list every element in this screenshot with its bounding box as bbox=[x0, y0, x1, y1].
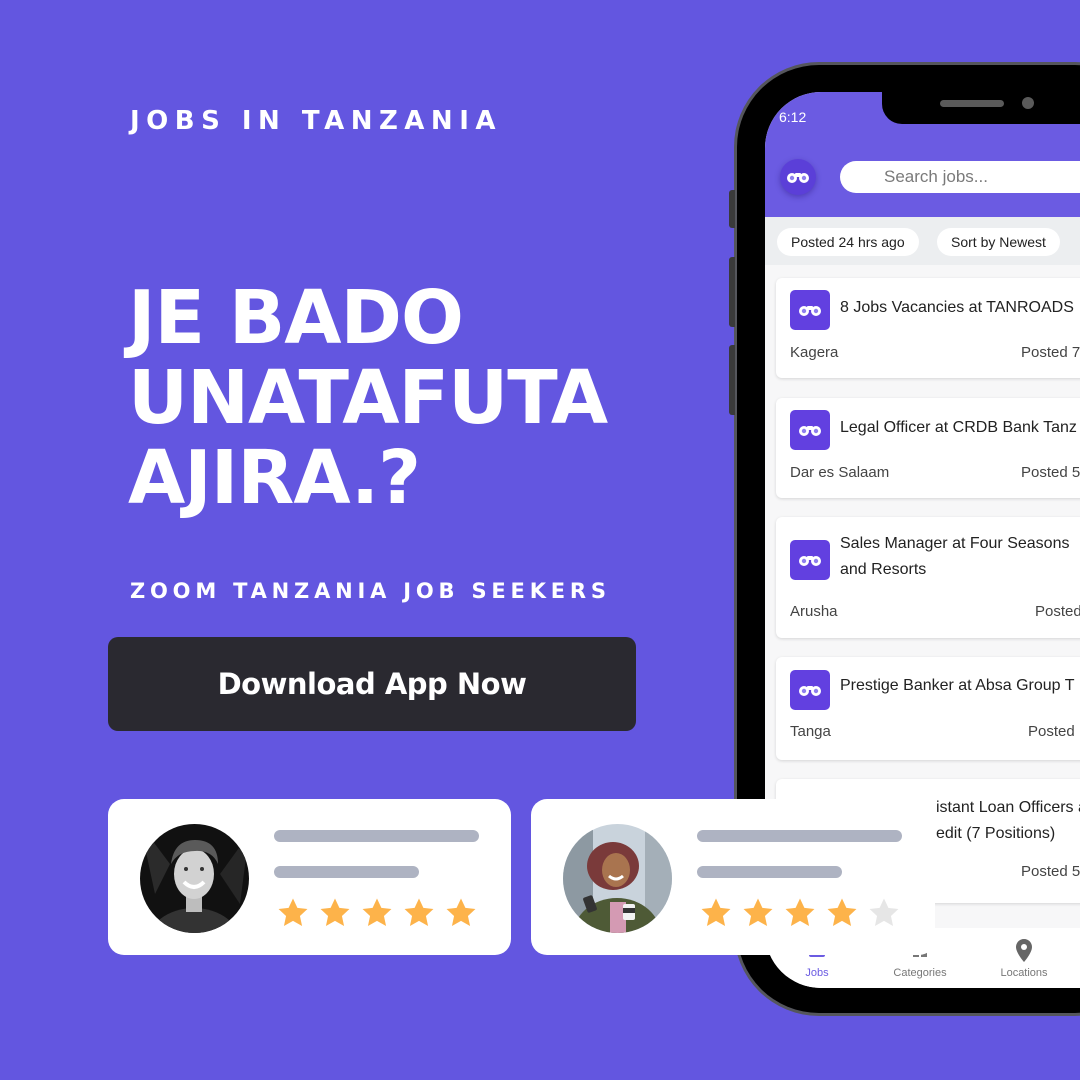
review-card bbox=[108, 799, 511, 955]
placeholder-bar bbox=[274, 866, 419, 878]
star-filled-icon bbox=[404, 898, 434, 927]
job-posted: Posted 5 bbox=[1021, 863, 1080, 880]
phone-mute-switch bbox=[729, 190, 735, 228]
filter-chip-posted-24h[interactable]: Posted 24 hrs ago bbox=[777, 228, 919, 256]
status-time: 6:12 bbox=[779, 109, 807, 125]
avatar-photo bbox=[140, 824, 249, 933]
job-location: Kagera bbox=[790, 344, 839, 361]
nav-label: Locations bbox=[1000, 967, 1048, 979]
binoculars-icon bbox=[799, 556, 821, 566]
headline-line: AJIRA.? bbox=[128, 435, 421, 521]
location-pin-icon bbox=[1016, 939, 1032, 962]
star-filled-icon bbox=[446, 898, 476, 927]
phone-volume-down-button bbox=[729, 345, 735, 415]
download-app-button[interactable]: Download App Now bbox=[108, 637, 636, 731]
job-logo bbox=[790, 670, 830, 710]
job-title-line: istant Loan Officers a bbox=[936, 799, 1080, 816]
job-title: istant Loan Officers a edit (7 Positions… bbox=[936, 795, 1080, 847]
app-logo[interactable] bbox=[780, 159, 816, 195]
job-posted: Posted 7 bbox=[1021, 344, 1080, 361]
binoculars-icon bbox=[799, 426, 821, 436]
search-jobs-input[interactable] bbox=[840, 161, 1080, 193]
star-filled-icon bbox=[701, 898, 731, 927]
avatar-photo bbox=[563, 824, 672, 933]
job-logo bbox=[790, 290, 830, 330]
filter-bar: Posted 24 hrs ago Sort by Newest bbox=[765, 217, 1080, 265]
headline: JE BADO UNATAFUTA AJIRA.? bbox=[128, 275, 608, 521]
job-card[interactable]: Legal Officer at CRDB Bank Tanz Dar es S… bbox=[776, 398, 1080, 498]
star-filled-icon bbox=[362, 898, 392, 927]
filter-chip-sort-newest[interactable]: Sort by Newest bbox=[937, 228, 1060, 256]
binoculars-icon bbox=[799, 306, 821, 316]
placeholder-bar bbox=[274, 830, 479, 842]
star-rating bbox=[276, 896, 478, 930]
job-title: Legal Officer at CRDB Bank Tanz bbox=[840, 419, 1077, 436]
job-location: Tanga bbox=[790, 723, 831, 740]
job-posted: Posted bbox=[1028, 723, 1075, 740]
job-location: Arusha bbox=[790, 603, 838, 620]
job-title-line: edit (7 Positions) bbox=[936, 825, 1056, 842]
job-location: Dar es Salaam bbox=[790, 464, 890, 481]
job-logo bbox=[790, 410, 830, 450]
star-filled-icon bbox=[320, 898, 350, 927]
job-card[interactable]: Prestige Banker at Absa Group T Tanga Po… bbox=[776, 657, 1080, 760]
review-card bbox=[531, 799, 935, 955]
nav-label: Categories bbox=[893, 967, 947, 979]
nav-label: Jobs bbox=[805, 967, 829, 979]
star-empty-icon bbox=[869, 898, 899, 927]
star-filled-icon bbox=[278, 898, 308, 927]
star-rating bbox=[699, 896, 901, 930]
headline-line: JE BADO bbox=[128, 275, 464, 361]
job-title: Sales Manager at Four Seasons and Resort… bbox=[840, 531, 1080, 583]
job-logo bbox=[790, 540, 830, 580]
placeholder-bar bbox=[697, 830, 902, 842]
star-filled-icon bbox=[785, 898, 815, 927]
eyebrow-label: JOBS IN TANZANIA bbox=[130, 106, 502, 136]
job-title-line: and Resorts bbox=[840, 561, 927, 578]
job-card[interactable]: Sales Manager at Four Seasons and Resort… bbox=[776, 517, 1080, 638]
job-title-line: Sales Manager at Four Seasons bbox=[840, 535, 1070, 552]
headline-line: UNATAFUTA bbox=[128, 355, 608, 441]
subhead: ZOOM TANZANIA JOB SEEKERS bbox=[130, 579, 611, 603]
job-posted: Posted bbox=[1035, 603, 1080, 620]
job-card[interactable]: 8 Jobs Vacancies at TANROADS Kagera Post… bbox=[776, 278, 1080, 378]
job-title: 8 Jobs Vacancies at TANROADS bbox=[840, 299, 1074, 316]
binoculars-icon bbox=[787, 173, 809, 183]
avatar-young-man bbox=[140, 824, 249, 933]
avatar-woman bbox=[563, 824, 672, 933]
speaker-grille bbox=[940, 100, 1004, 107]
front-camera bbox=[1022, 97, 1034, 109]
job-title: Prestige Banker at Absa Group T bbox=[840, 677, 1075, 694]
binoculars-icon bbox=[799, 686, 821, 696]
placeholder-bar bbox=[697, 866, 842, 878]
phone-notch bbox=[882, 92, 1080, 124]
star-filled-icon bbox=[827, 898, 857, 927]
job-posted: Posted 5 bbox=[1021, 464, 1080, 481]
phone-volume-up-button bbox=[729, 257, 735, 327]
star-filled-icon bbox=[743, 898, 773, 927]
